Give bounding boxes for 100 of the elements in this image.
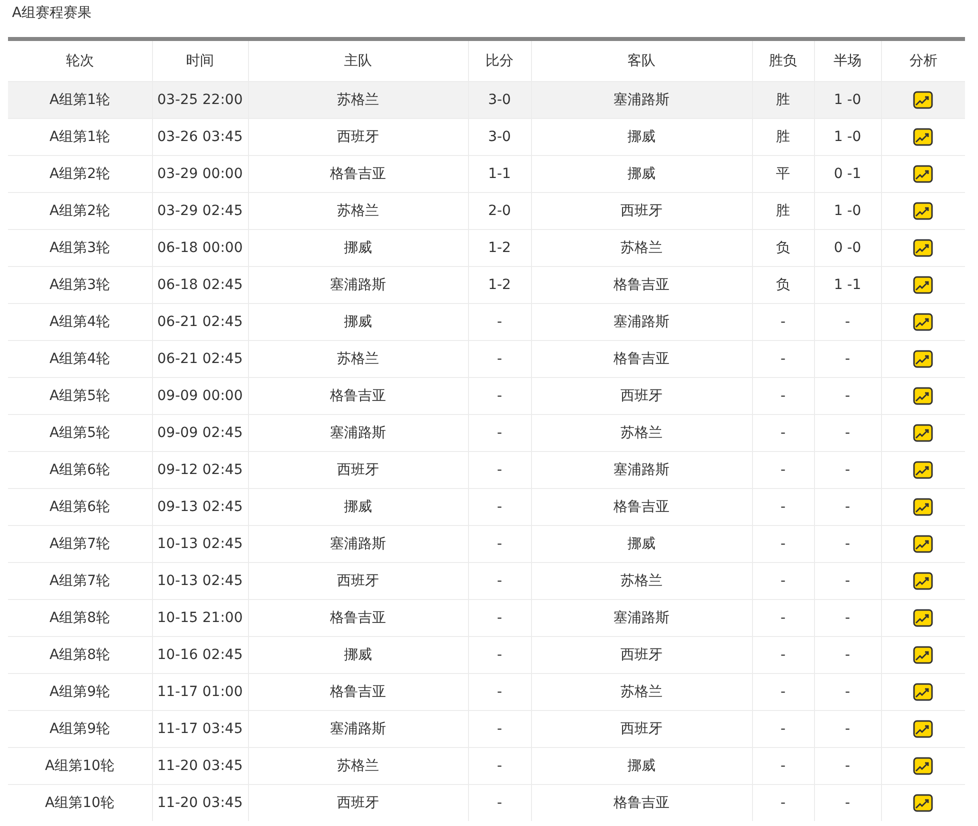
table-cell: - (780, 758, 786, 774)
table-cell: 3-0 (488, 92, 511, 108)
table-cell: - (780, 351, 786, 367)
table-cell: 1-1 (488, 166, 511, 182)
table-cell: - (780, 314, 786, 330)
table-cell: - (496, 462, 502, 478)
table-cell: 苏格兰 (620, 573, 662, 589)
column-header: 客队 (628, 53, 656, 69)
chart-icon[interactable] (913, 128, 934, 146)
chart-icon[interactable] (913, 350, 934, 368)
table-cell: - (496, 499, 502, 515)
chart-icon[interactable] (913, 609, 934, 627)
table-cell: A组第10轮 (45, 758, 114, 774)
chart-icon[interactable] (913, 572, 934, 590)
table-cell: A组第8轮 (50, 610, 110, 626)
table-cell: 10-13 02:45 (157, 573, 243, 589)
table-cell: A组第5轮 (50, 425, 110, 441)
chart-icon[interactable] (913, 794, 934, 812)
table-cell: A组第5轮 (50, 388, 110, 404)
table-cell: 1 -0 (834, 129, 862, 145)
table-cell: - (844, 536, 850, 552)
chart-icon[interactable] (913, 313, 934, 331)
table-cell: - (780, 795, 786, 811)
table-cell: - (496, 573, 502, 589)
table-cell: 11-17 01:00 (157, 684, 243, 700)
table-cell: 负 (776, 277, 790, 293)
table-cell: - (496, 536, 502, 552)
table-cell: - (844, 462, 850, 478)
table-cell: A组第3轮 (50, 240, 110, 256)
table-cell: 西班牙 (620, 721, 662, 737)
table-cell: 格鲁吉亚 (614, 351, 670, 367)
table-cell: 06-21 02:45 (157, 314, 243, 330)
table-cell: 塞浦路斯 (614, 314, 670, 330)
chart-icon[interactable] (913, 424, 934, 442)
chart-icon[interactable] (913, 535, 934, 553)
table-cell: 09-09 02:45 (157, 425, 243, 441)
table-cell: - (780, 388, 786, 404)
chart-icon[interactable] (913, 498, 934, 516)
table-cell: 格鲁吉亚 (330, 684, 386, 700)
table-cell: A组第1轮 (50, 129, 110, 145)
chart-icon[interactable] (913, 757, 934, 775)
table-cell: - (844, 647, 850, 663)
column-header: 半场 (834, 53, 862, 69)
table-cell: A组第7轮 (50, 536, 110, 552)
table-cell: - (844, 758, 850, 774)
chart-icon[interactable] (913, 646, 934, 664)
table-cell: 10-13 02:45 (157, 536, 243, 552)
chart-icon[interactable] (913, 683, 934, 701)
table-cell: - (780, 462, 786, 478)
table-cell: - (496, 314, 502, 330)
table-cell: 03-26 03:45 (157, 129, 243, 145)
table-cell: A组第10轮 (45, 795, 114, 811)
table-cell: - (844, 684, 850, 700)
table-cell: 胜 (776, 203, 790, 219)
table-cell: - (496, 425, 502, 441)
section-title: A组赛程赛果 (11, 4, 93, 23)
table-cell: 09-13 02:45 (157, 499, 243, 515)
table-cell: 1-2 (488, 277, 511, 293)
table-cell: A组第4轮 (50, 351, 110, 367)
table-cell: - (496, 795, 502, 811)
table-cell: 塞浦路斯 (614, 610, 670, 626)
table-cell: 负 (776, 240, 790, 256)
table-cell: 平 (776, 166, 790, 182)
table-cell: 11-20 03:45 (157, 758, 243, 774)
table-cell: - (496, 684, 502, 700)
column-header: 轮次 (66, 53, 94, 69)
column-header: 主队 (344, 53, 372, 69)
table-cell: - (780, 573, 786, 589)
table-cell: 格鲁吉亚 (330, 388, 386, 404)
table-cell: 03-25 22:00 (157, 92, 243, 108)
table-cell: A组第3轮 (50, 277, 110, 293)
table-cell: 09-09 00:00 (157, 388, 243, 404)
table-cell: 06-21 02:45 (157, 351, 243, 367)
chart-icon[interactable] (913, 387, 934, 405)
chart-icon[interactable] (913, 165, 934, 183)
table-cell: 胜 (776, 92, 790, 108)
chart-icon[interactable] (913, 91, 934, 109)
chart-icon[interactable] (913, 720, 934, 738)
table-cell: A组第8轮 (50, 647, 110, 663)
table-cell: 西班牙 (337, 129, 379, 145)
table-cell: - (844, 425, 850, 441)
table-cell: - (780, 721, 786, 737)
table-cell: 塞浦路斯 (330, 425, 386, 441)
chart-icon[interactable] (913, 239, 934, 257)
table-cell: 西班牙 (337, 462, 379, 478)
table-cell: - (496, 647, 502, 663)
table-cell: 10-15 21:00 (157, 610, 243, 626)
table-cell: 3-0 (488, 129, 511, 145)
chart-icon[interactable] (913, 202, 934, 220)
table-cell: - (844, 314, 850, 330)
table-cell: 10-16 02:45 (157, 647, 243, 663)
table-cell: 格鲁吉亚 (614, 795, 670, 811)
table-cell: 苏格兰 (337, 758, 379, 774)
table-cell: 1-2 (488, 240, 511, 256)
table-cell: A组第2轮 (50, 166, 110, 182)
table-cell: 03-29 02:45 (157, 203, 243, 219)
chart-icon[interactable] (913, 276, 934, 294)
chart-icon[interactable] (913, 461, 934, 479)
table-cell: - (496, 610, 502, 626)
table-cell: - (496, 351, 502, 367)
